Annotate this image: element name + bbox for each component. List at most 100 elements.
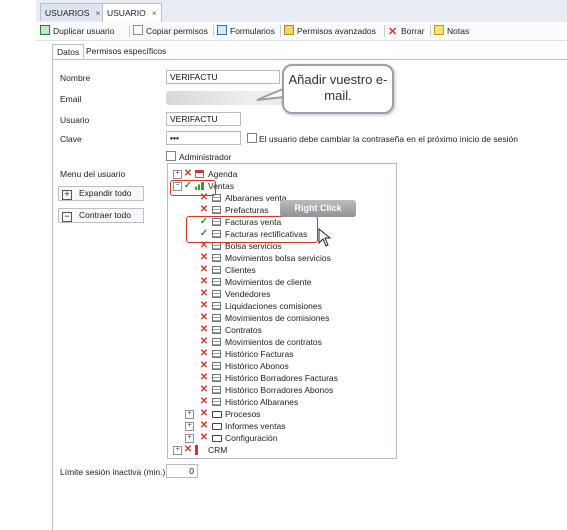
expand-all-label: Expandir todo	[79, 188, 132, 198]
tree-node[interactable]: + ✕ Agenda	[168, 168, 394, 180]
expand-all-button[interactable]: + Expandir todo	[58, 186, 144, 201]
name-field[interactable]: VERIFACTU	[166, 70, 280, 84]
deny-x-icon[interactable]: ✕	[199, 313, 209, 323]
tree-node-label: Histórico Albaranes	[225, 397, 299, 407]
deny-x-icon[interactable]: ✕	[199, 337, 209, 347]
document-icon	[212, 386, 221, 394]
tree-node[interactable]: + ✕ CRM	[168, 444, 394, 456]
tree-node[interactable]: ✕ Movimientos de comisiones	[168, 312, 394, 324]
deny-x-icon[interactable]: ✕	[199, 289, 209, 299]
password-field[interactable]: •••	[166, 131, 241, 145]
deny-x-icon[interactable]: ✕	[199, 433, 209, 443]
tree-node[interactable]: ✕ Histórico Facturas	[168, 348, 394, 360]
tree-node-label: Histórico Abonos	[225, 361, 289, 371]
admin-checkbox[interactable]	[166, 151, 176, 161]
tree-node[interactable]: ✕ Contratos	[168, 324, 394, 336]
close-icon[interactable]: ×	[152, 8, 157, 18]
deny-x-icon[interactable]: ✕	[199, 325, 209, 335]
tab-permisos-especificos[interactable]: Permisos específicos	[82, 44, 170, 59]
tree-node[interactable]: ✕ Histórico Borradores Facturas	[168, 372, 394, 384]
tree-node-label: Contratos	[225, 325, 262, 335]
folder-icon	[212, 435, 222, 442]
document-icon	[212, 290, 221, 298]
deny-x-icon[interactable]: ✕	[199, 409, 209, 419]
calendar-icon	[195, 170, 204, 178]
deny-x-icon[interactable]: ✕	[183, 169, 193, 179]
deny-x-icon[interactable]: ✕	[199, 397, 209, 407]
delete-button[interactable]: ✕ Borrar	[388, 24, 425, 38]
document-icon	[212, 338, 221, 346]
duplicate-user-button[interactable]: Duplicar usuario	[40, 24, 114, 38]
plus-icon: +	[62, 190, 72, 200]
tree-node[interactable]: ✕ Movimientos de contratos	[168, 336, 394, 348]
copy-permissions-button[interactable]: Copiar permisos	[133, 24, 208, 38]
deny-x-icon[interactable]: ✕	[199, 253, 209, 263]
mouse-cursor-icon	[318, 228, 332, 247]
tab-usuarios[interactable]: USUARIOS ×	[40, 3, 106, 21]
deny-x-icon[interactable]: ✕	[199, 385, 209, 395]
deny-x-icon[interactable]: ✕	[183, 445, 193, 455]
name-label: Nombre	[60, 73, 91, 83]
tree-node[interactable]: ✕ Histórico Albaranes	[168, 396, 394, 408]
deny-x-icon[interactable]: ✕	[199, 361, 209, 371]
folder-icon	[212, 411, 222, 418]
tree-node[interactable]: + ✕ Informes ventas	[168, 420, 394, 432]
forms-button[interactable]: Formularios	[217, 24, 275, 38]
tree-node[interactable]: ✕ Movimientos bolsa servicios	[168, 252, 394, 264]
deny-x-icon[interactable]: ✕	[199, 277, 209, 287]
tree-node-label: Movimientos de contratos	[225, 337, 322, 347]
expand-icon[interactable]: +	[185, 422, 194, 431]
deny-x-icon[interactable]: ✕	[199, 301, 209, 311]
tree-node[interactable]: ✕ Histórico Borradores Abonos	[168, 384, 394, 396]
tree-node[interactable]: ✕ Liquidaciones comisiones	[168, 300, 394, 312]
deny-x-icon[interactable]: ✕	[199, 373, 209, 383]
close-icon[interactable]: ×	[95, 8, 100, 18]
change-password-checkbox[interactable]	[247, 133, 257, 143]
tree-node[interactable]: ✕ Vendedores	[168, 288, 394, 300]
tab-datos[interactable]: Datos	[52, 44, 85, 59]
idle-limit-field[interactable]: 0	[166, 464, 198, 478]
toolbar-divider	[129, 25, 130, 37]
key-folder-icon	[284, 25, 294, 35]
tree-node-label: CRM	[208, 445, 228, 455]
tree-node-label: Informes ventas	[225, 421, 286, 431]
deny-x-icon[interactable]: ✕	[199, 205, 209, 215]
tab-usuarios-label: USUARIOS	[45, 8, 90, 18]
facturas-highlight	[186, 216, 318, 243]
collapse-all-button[interactable]: − Contraer todo	[58, 208, 144, 223]
delete-x-icon: ✕	[388, 26, 398, 38]
tree-node[interactable]: + ✕ Configuración	[168, 432, 394, 444]
tab-usuario[interactable]: USUARIO ×	[102, 3, 162, 23]
crm-icon	[195, 445, 198, 455]
deny-x-icon[interactable]: ✕	[199, 349, 209, 359]
document-icon	[212, 254, 221, 262]
advanced-permissions-label: Permisos avanzados	[297, 26, 376, 36]
advanced-permissions-button[interactable]: Permisos avanzados	[284, 24, 376, 38]
tree-node-label: Vendedores	[225, 289, 271, 299]
document-icon	[212, 278, 221, 286]
username-field[interactable]: VERIFACTU	[166, 112, 241, 126]
tree-node[interactable]: + ✕ Procesos	[168, 408, 394, 420]
document-icon	[212, 242, 221, 250]
document-icon	[212, 302, 221, 310]
deny-x-icon[interactable]: ✕	[199, 265, 209, 275]
tree-node-label: Albaranes venta	[225, 193, 287, 203]
deny-x-icon[interactable]: ✕	[199, 421, 209, 431]
change-password-label: El usuario debe cambiar la contraseña en…	[259, 134, 518, 144]
expand-icon[interactable]: +	[185, 434, 194, 443]
expand-icon[interactable]: +	[173, 446, 182, 455]
duplicate-icon	[40, 25, 50, 35]
tree-node-label: Liquidaciones comisiones	[225, 301, 322, 311]
delete-label: Borrar	[401, 26, 425, 36]
notes-label: Notas	[447, 26, 470, 36]
tree-node[interactable]: ✕ Clientes	[168, 264, 394, 276]
tree-node-label: Histórico Borradores Facturas	[225, 373, 338, 383]
tab-usuario-label: USUARIO	[107, 8, 146, 18]
tree-node[interactable]: ✕ Histórico Abonos	[168, 360, 394, 372]
notes-button[interactable]: Notas	[434, 24, 469, 38]
document-icon	[212, 326, 221, 334]
tree-node[interactable]: ✕ Movimientos de cliente	[168, 276, 394, 288]
expand-icon[interactable]: +	[185, 410, 194, 419]
document-icon	[212, 266, 221, 274]
expand-icon[interactable]: +	[173, 170, 182, 179]
